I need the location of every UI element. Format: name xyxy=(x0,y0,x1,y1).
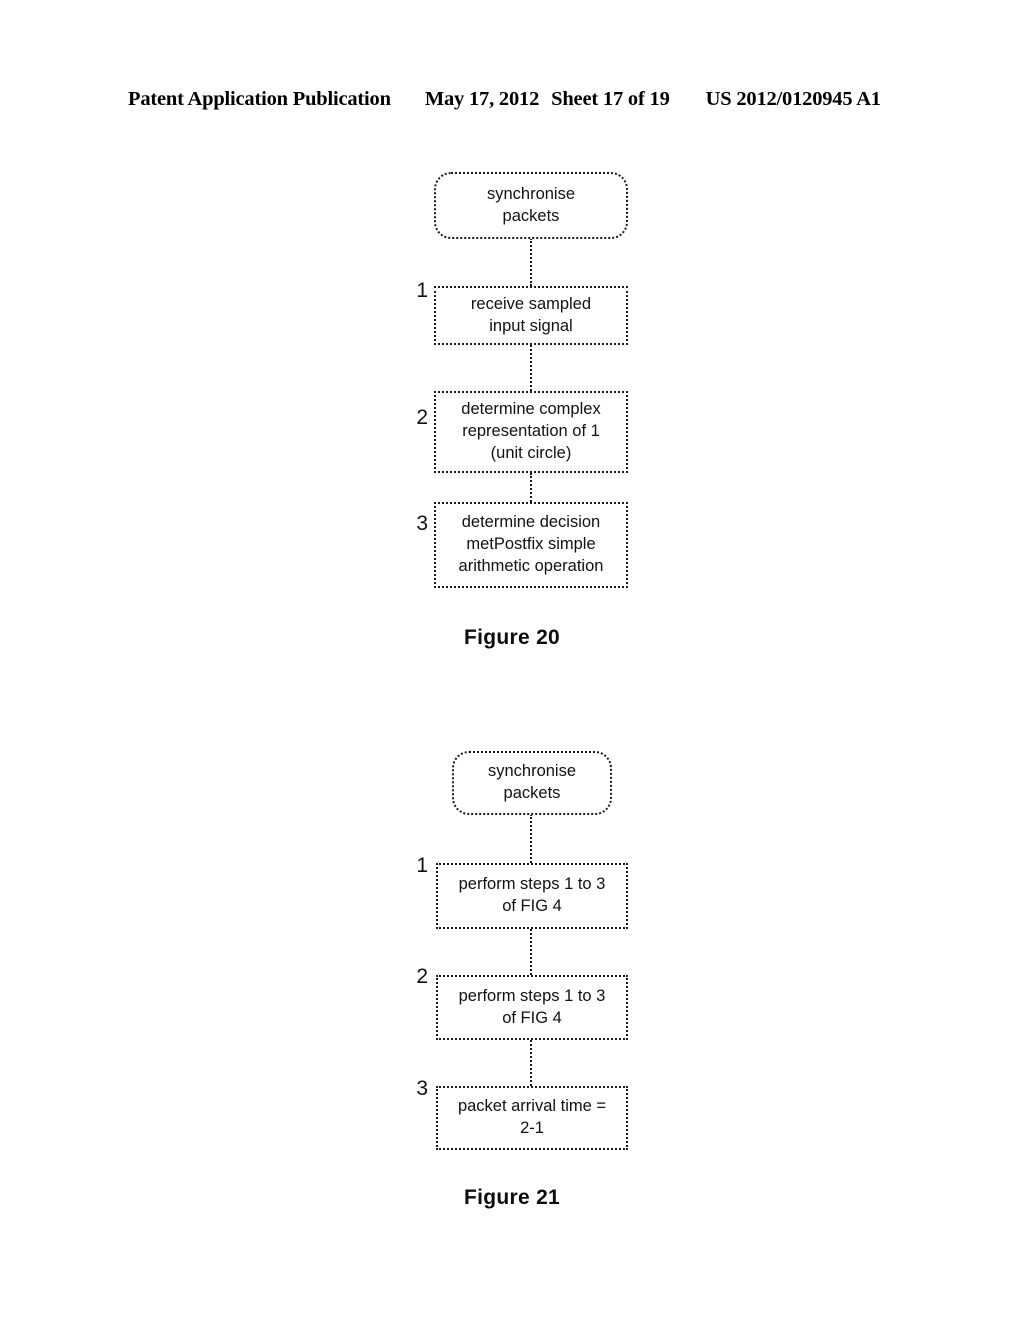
flow-node-label: synchronise packets xyxy=(486,184,576,225)
flow-node-perform-steps-1-to-3-first[interactable]: perform steps 1 to 3 of FIG 4 xyxy=(436,863,628,929)
header-patent-number: US 2012/0120945 A1 xyxy=(705,88,881,110)
step-number-1: 1 xyxy=(416,854,428,877)
flow-node-label: synchronise packets xyxy=(487,762,577,802)
flow-node-label: determine complex representation of 1 (u… xyxy=(461,400,601,462)
step-number-3: 3 xyxy=(416,1077,428,1100)
connector-start-to-step1 xyxy=(530,814,532,863)
flow-node-synchronise-packets[interactable]: synchronise packets xyxy=(434,172,628,239)
flow-node-determine-complex-representation[interactable]: determine complex representation of 1 (u… xyxy=(434,391,628,473)
flow-node-synchronise-packets[interactable]: synchronise packets xyxy=(452,751,612,815)
connector-step2-to-step3 xyxy=(530,1040,532,1086)
connector-start-to-step1 xyxy=(530,238,532,286)
flow-node-perform-steps-1-to-3-second[interactable]: perform steps 1 to 3 of FIG 4 xyxy=(436,975,628,1040)
header-publication-label: Patent Application Publication xyxy=(128,88,391,110)
figure-21-caption: Figure 21 xyxy=(463,1186,561,1209)
page-header: Patent Application Publication May 17, 2… xyxy=(128,88,896,114)
flow-node-determine-decision-metric[interactable]: determine decision metPostfix simple ari… xyxy=(434,502,628,588)
step-number-1: 1 xyxy=(416,279,428,302)
connector-step1-to-step2 xyxy=(530,929,532,975)
flow-node-receive-sampled-input-signal[interactable]: receive sampled input signal xyxy=(434,286,628,345)
connector-step1-to-step2 xyxy=(530,345,532,391)
flow-node-label: receive sampled input signal xyxy=(470,294,592,335)
flow-node-label: perform steps 1 to 3 of FIG 4 xyxy=(458,986,606,1027)
figure-20-caption: Figure 20 xyxy=(463,626,561,649)
flow-node-label: packet arrival time = 2-1 xyxy=(457,1097,607,1137)
flow-node-packet-arrival-time[interactable]: packet arrival time = 2-1 xyxy=(436,1086,628,1150)
step-number-2: 2 xyxy=(416,965,428,988)
header-sheet-label: Sheet 17 of 19 xyxy=(551,88,670,110)
flow-node-label: perform steps 1 to 3 of FIG 4 xyxy=(458,875,606,915)
header-date-label: May 17, 2012 xyxy=(424,88,540,110)
flow-node-label: determine decision metPostfix simple ari… xyxy=(458,513,604,575)
step-number-2: 2 xyxy=(416,406,428,429)
step-number-3: 3 xyxy=(416,512,428,535)
connector-step2-to-step3 xyxy=(530,473,532,502)
